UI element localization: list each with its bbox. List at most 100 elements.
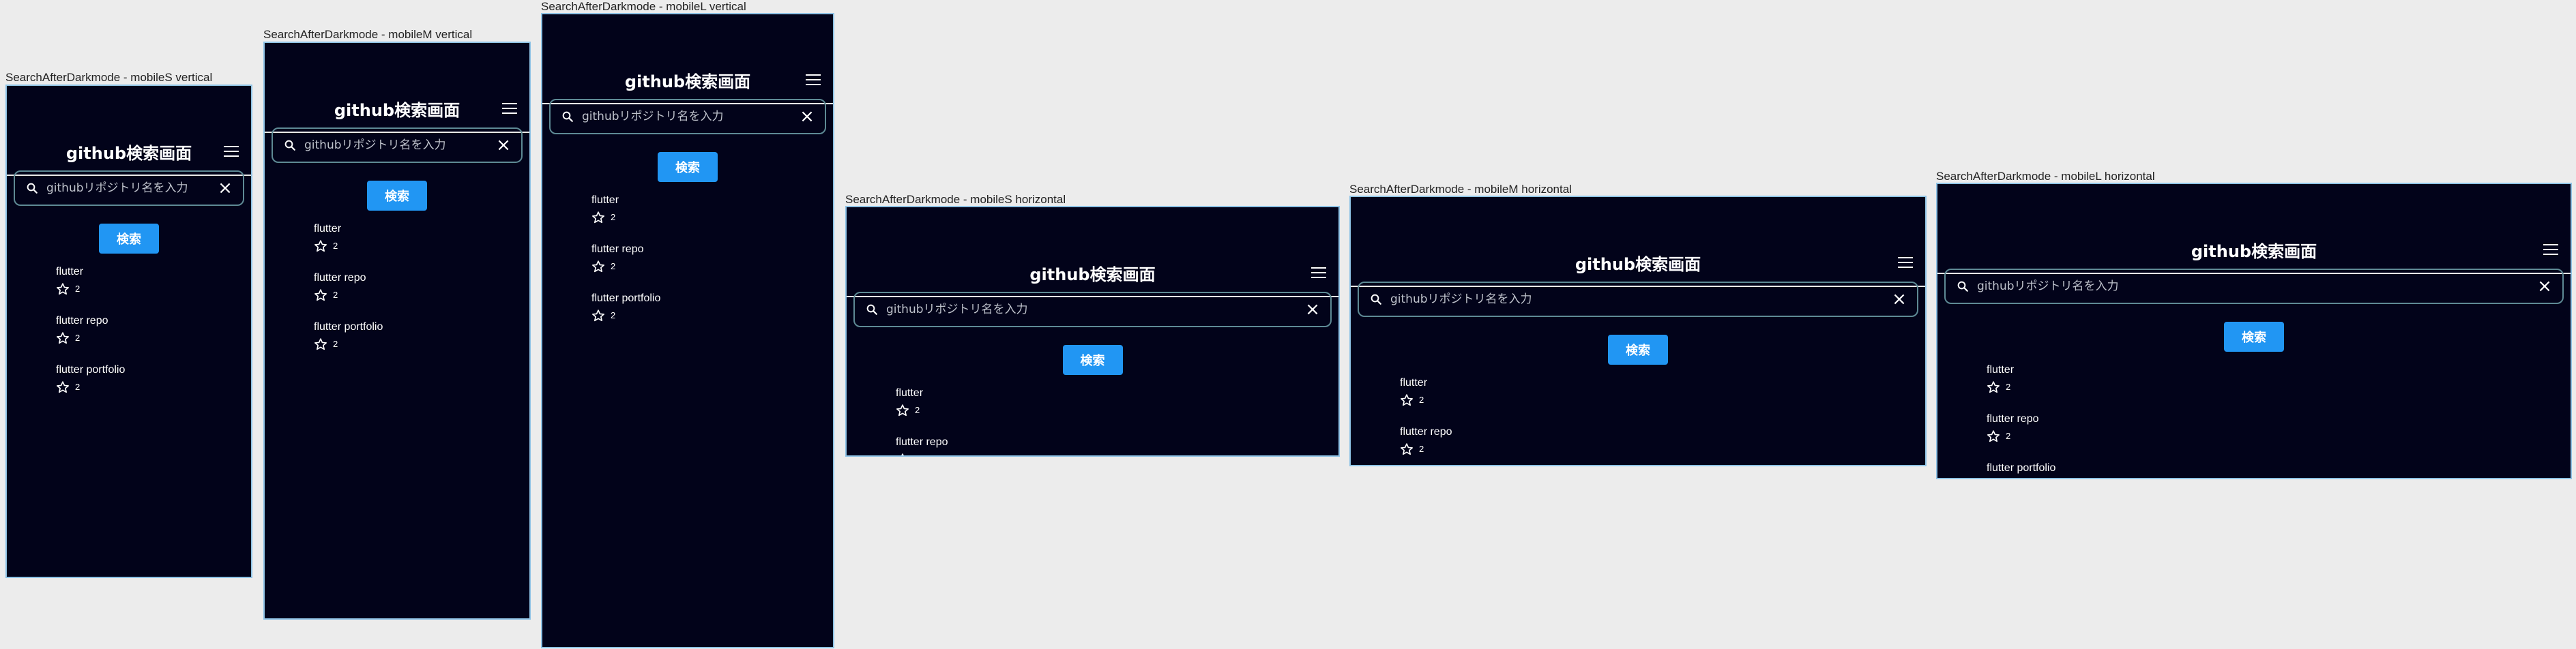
- frame-mobile-l-horizontal: github検索画面 × 検索 flutter 2 flutter repo 2…: [1936, 183, 2572, 479]
- app-bar: github検索画面: [847, 221, 1338, 297]
- repo-name: flutter portfolio: [56, 364, 126, 376]
- search-field[interactable]: ×: [1358, 282, 1918, 317]
- hamburger-menu-icon[interactable]: [224, 146, 239, 157]
- search-field[interactable]: ×: [549, 99, 826, 134]
- star-count: 2: [611, 310, 616, 320]
- frame-label-mobile-l-vertical: SearchAfterDarkmode - mobileL vertical: [541, 0, 746, 13]
- repo-name: flutter repo: [314, 272, 366, 284]
- search-button[interactable]: 検索: [658, 152, 718, 182]
- hamburger-menu-icon[interactable]: [2543, 244, 2558, 255]
- frame-mobile-s-horizontal: github検索画面 × 検索 flutter 2 flutter repo 2: [845, 206, 1340, 457]
- star-icon: [1401, 443, 1413, 455]
- repo-name: flutter portfolio: [1987, 462, 2056, 474]
- repo-name: flutter: [314, 223, 342, 235]
- star-icon: [314, 338, 327, 350]
- app-bar: github検索画面: [7, 100, 251, 176]
- star-icon: [1401, 394, 1413, 406]
- star-icon: [314, 240, 327, 252]
- star-icon: [1987, 381, 2000, 393]
- search-icon: [1957, 281, 1968, 292]
- search-field[interactable]: ×: [853, 292, 1332, 327]
- star-count: 2: [915, 405, 920, 415]
- star-icon: [1987, 430, 2000, 442]
- search-button[interactable]: 検索: [367, 181, 427, 211]
- star-count: 2: [333, 339, 338, 349]
- clear-icon[interactable]: ×: [799, 108, 815, 125]
- search-button[interactable]: 検索: [99, 224, 159, 254]
- star-icon: [57, 381, 69, 393]
- search-field[interactable]: ×: [14, 170, 244, 206]
- repo-name: flutter: [591, 194, 619, 206]
- star-icon: [592, 211, 604, 224]
- repo-name: flutter: [1400, 377, 1428, 389]
- star-count: 2: [75, 382, 80, 392]
- frame-label-mobile-s-vertical: SearchAfterDarkmode - mobileS vertical: [5, 71, 213, 84]
- search-input[interactable]: [1390, 283, 1883, 316]
- star-icon: [57, 332, 69, 344]
- frame-label-mobile-m-vertical: SearchAfterDarkmode - mobileM vertical: [263, 28, 473, 41]
- star-count: 2: [915, 454, 920, 455]
- clear-icon[interactable]: ×: [495, 136, 512, 154]
- repo-name: flutter repo: [591, 243, 644, 255]
- search-icon: [866, 304, 877, 315]
- repo-name: flutter repo: [1987, 413, 2039, 425]
- search-icon: [27, 183, 38, 194]
- repo-name: flutter: [896, 387, 924, 399]
- star-icon: [592, 260, 604, 273]
- app-bar-title: github検索画面: [65, 144, 192, 163]
- search-button[interactable]: 検索: [2224, 322, 2284, 352]
- app-bar-title: github検索画面: [2191, 242, 2317, 261]
- app-bar-title: github検索画面: [1575, 255, 1701, 274]
- app-bar-title: github検索画面: [334, 101, 460, 120]
- hamburger-menu-icon[interactable]: [502, 103, 517, 114]
- frame-mobile-m-horizontal: github検索画面 × 検索 flutter 2 flutter repo 2: [1349, 196, 1927, 466]
- search-field[interactable]: ×: [1944, 269, 2564, 304]
- star-icon: [901, 453, 904, 455]
- repo-name: flutter: [1987, 364, 2015, 376]
- search-input[interactable]: [582, 100, 791, 133]
- star-count: 2: [2006, 382, 2011, 392]
- app-bar: github検索画面: [1937, 198, 2571, 274]
- app-bar-title: github検索画面: [1029, 265, 1156, 284]
- clear-icon[interactable]: ×: [217, 179, 233, 197]
- search-field[interactable]: ×: [272, 127, 523, 163]
- search-icon: [284, 140, 295, 151]
- clear-icon[interactable]: ×: [1304, 301, 1321, 318]
- repo-name: flutter portfolio: [314, 321, 383, 333]
- star-count: 2: [1419, 444, 1424, 454]
- frame-label-mobile-l-horizontal: SearchAfterDarkmode - mobileL horizontal: [1936, 170, 2155, 183]
- star-count: 2: [1419, 395, 1424, 405]
- app-bar-title: github検索画面: [624, 72, 751, 91]
- star-icon: [57, 283, 69, 295]
- frame-label-mobile-m-horizontal: SearchAfterDarkmode - mobileM horizontal: [1349, 183, 1572, 196]
- repo-name: flutter repo: [1400, 426, 1452, 438]
- search-input[interactable]: [1977, 270, 2528, 303]
- star-count: 2: [333, 241, 338, 251]
- star-count: 2: [2006, 431, 2011, 441]
- star-count: 2: [611, 261, 616, 271]
- search-button[interactable]: 検索: [1062, 345, 1123, 375]
- clear-icon[interactable]: ×: [2536, 277, 2553, 295]
- repo-name: flutter: [56, 266, 84, 277]
- hamburger-menu-icon[interactable]: [806, 74, 821, 85]
- app-bar: github検索画面: [265, 57, 529, 133]
- star-icon: [592, 310, 604, 322]
- search-input[interactable]: [304, 129, 487, 162]
- search-input[interactable]: [46, 172, 209, 205]
- repo-name: flutter repo: [56, 315, 108, 327]
- search-input[interactable]: [886, 293, 1296, 326]
- frame-mobile-s-vertical: github検索画面 × 検索 flutter 2 flutter repo 2…: [5, 85, 252, 578]
- search-icon: [1371, 294, 1381, 305]
- star-icon: [896, 404, 909, 417]
- search-button[interactable]: 検索: [1608, 335, 1668, 365]
- hamburger-menu-icon[interactable]: [1898, 257, 1913, 268]
- hamburger-menu-icon[interactable]: [1311, 267, 1326, 278]
- clear-icon[interactable]: ×: [1891, 290, 1907, 308]
- app-bar: github検索画面: [1351, 211, 1925, 287]
- star-count: 2: [75, 333, 80, 343]
- search-icon: [562, 111, 573, 122]
- star-count: 2: [611, 212, 616, 222]
- frame-mobile-m-vertical: github検索画面 × 検索 flutter 2 flutter repo 2…: [263, 42, 531, 620]
- frame-mobile-l-vertical: github検索画面 × 検索 flutter 2 flutter repo 2…: [541, 13, 834, 648]
- star-count: 2: [333, 290, 338, 300]
